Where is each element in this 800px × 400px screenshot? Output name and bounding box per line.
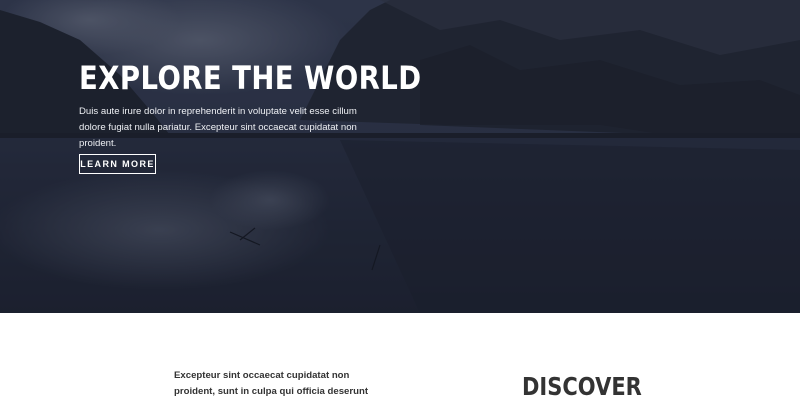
hero-section: EXPLORE THE WORLD Duis aute irure dolor … [0,0,800,313]
hero-description: Duis aute irure dolor in reprehenderit i… [79,106,357,149]
hero-title: EXPLORE THE WORLD [79,59,422,97]
learn-more-button[interactable]: LEARN MORE [79,154,156,174]
discover-section: Excepteur sint occaecat cupidatat non pr… [0,313,800,400]
section-text: Excepteur sint occaecat cupidatat non pr… [174,370,369,397]
page: EXPLORE THE WORLD Duis aute irure dolor … [0,0,800,400]
section-heading: DISCOVER [522,372,642,400]
hero-content: EXPLORE THE WORLD Duis aute irure dolor … [79,58,422,152]
